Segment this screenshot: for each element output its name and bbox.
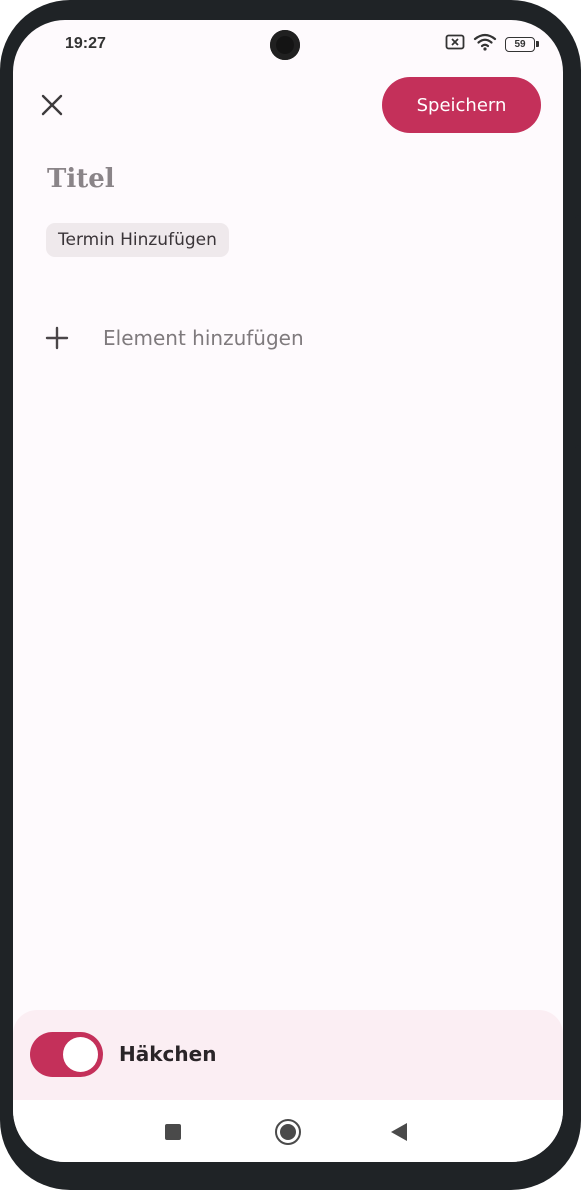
add-appointment-chip[interactable]: Termin Hinzufügen — [46, 223, 229, 257]
phone-frame: 19:27 59 Speichern Titel Termin Hinzufüg… — [0, 0, 581, 1190]
no-sim-icon — [445, 34, 465, 55]
status-bar: 19:27 59 — [13, 20, 563, 70]
back-icon[interactable] — [391, 1123, 407, 1141]
save-button[interactable]: Speichern — [382, 77, 541, 133]
home-icon[interactable] — [275, 1119, 301, 1145]
add-element-label: Element hinzufügen — [103, 326, 304, 350]
home-icon-inner — [280, 1124, 296, 1140]
volume-button — [575, 215, 581, 365]
toggle-knob — [63, 1037, 98, 1072]
front-camera — [270, 30, 300, 60]
power-button — [575, 445, 581, 523]
wifi-icon — [473, 33, 497, 56]
checkbox-toggle[interactable] — [30, 1032, 103, 1077]
close-button[interactable] — [33, 88, 71, 126]
recent-apps-icon[interactable] — [165, 1124, 181, 1140]
toggle-label: Häkchen — [119, 1042, 217, 1066]
battery-icon: 59 — [505, 36, 539, 52]
close-icon — [41, 94, 63, 121]
screen: 19:27 59 Speichern Titel Termin Hinzufüg… — [13, 20, 563, 1162]
plus-icon — [43, 324, 71, 352]
bottom-panel: Häkchen — [13, 1010, 563, 1100]
status-icons: 59 — [445, 33, 539, 56]
status-time: 19:27 — [65, 35, 106, 52]
title-input[interactable]: Titel — [47, 164, 115, 194]
add-element-button[interactable]: Element hinzufügen — [43, 318, 304, 358]
navigation-bar — [13, 1100, 563, 1162]
